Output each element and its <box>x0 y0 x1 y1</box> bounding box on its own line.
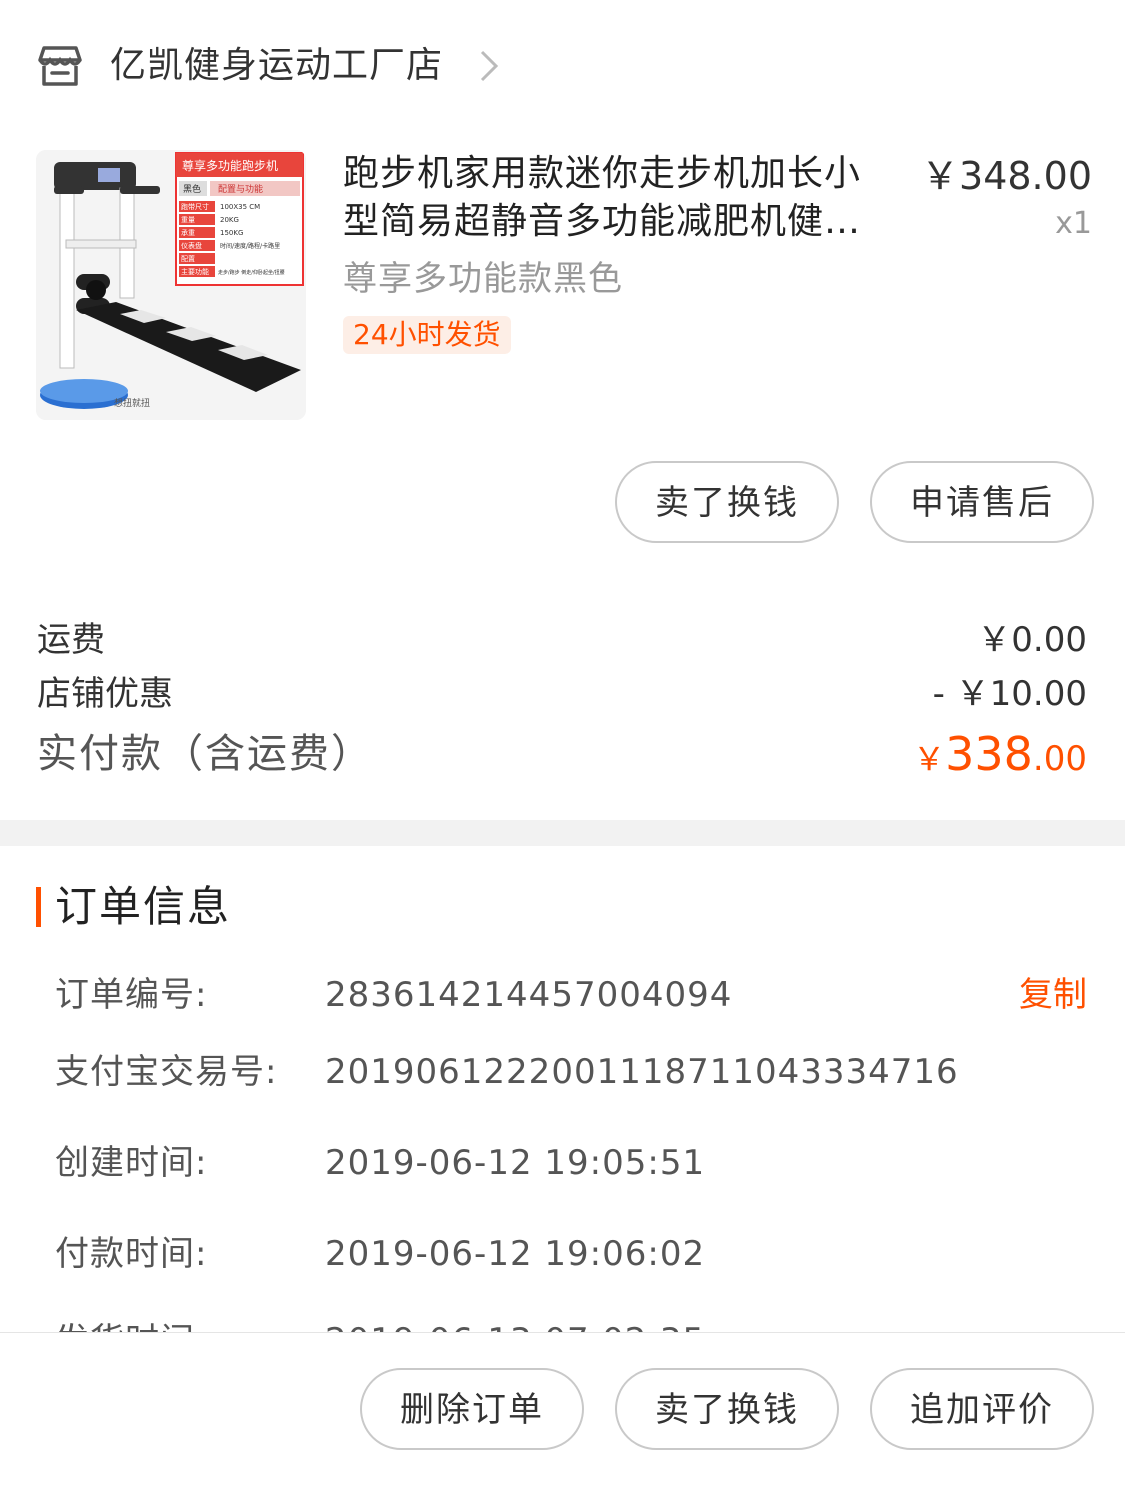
spec-value: 走步/跑步 倒走/仰卧起坐/扭腰 <box>218 269 285 276</box>
spec-key: 配置 <box>181 255 195 263</box>
shipping-fee-value: ￥0.00 <box>977 620 1087 660</box>
amount-paid-label: 实付款（含运费） <box>37 731 373 777</box>
spec-key: 跑带尺寸 <box>181 202 209 211</box>
section-divider <box>0 820 1125 846</box>
payment-time-label: 付款时间: <box>55 1234 208 1274</box>
store-header[interactable]: 亿凯健身运动工厂店 <box>0 0 1125 130</box>
created-time-label: 创建时间: <box>55 1143 208 1183</box>
image-color-tag: 黑色 <box>183 183 201 195</box>
shipping-fee-label: 运费 <box>37 620 105 660</box>
product-variant: 尊享多功能款黑色 <box>343 259 623 299</box>
payment-time-value: 2019-06-12 19:06:02 <box>325 1234 706 1274</box>
spec-key: 承重 <box>181 228 195 237</box>
spec-value: 100X35 CM <box>220 203 260 211</box>
bottom-action-bar: 删除订单 卖了换钱 追加评价 <box>0 1332 1125 1485</box>
image-banner-text: 尊享多功能跑步机 <box>182 158 278 173</box>
product-title-line: 型简易超静音多功能减肥机健… <box>343 201 862 242</box>
product-image[interactable]: 尊享多功能跑步机 黑色 配置与功能 跑带尺寸 100X35 CM 重量 20KG… <box>36 150 306 420</box>
spec-key: 仪表盘 <box>181 241 202 250</box>
amount-decimal: .00 <box>1032 739 1087 779</box>
after-sales-button[interactable]: 申请售后 <box>870 461 1094 543</box>
image-spec-header: 配置与功能 <box>218 183 263 195</box>
created-time-value: 2019-06-12 19:05:51 <box>325 1143 706 1183</box>
sell-for-cash-button[interactable]: 卖了换钱 <box>615 461 839 543</box>
delete-order-button[interactable]: 删除订单 <box>360 1368 584 1450</box>
store-icon <box>38 46 82 86</box>
product-title-line: 跑步机家用款迷你走步机加长小 <box>343 153 862 194</box>
store-discount-label: 店铺优惠 <box>37 674 173 714</box>
add-review-button[interactable]: 追加评价 <box>870 1368 1094 1450</box>
sell-for-cash-button[interactable]: 卖了换钱 <box>615 1368 839 1450</box>
order-number-label: 订单编号: <box>55 975 208 1015</box>
spec-value: 150KG <box>220 229 243 237</box>
store-discount-value: - ￥10.00 <box>932 674 1087 714</box>
copy-order-number-button[interactable]: 复制 <box>1019 970 1087 1020</box>
chevron-right-icon[interactable] <box>474 48 502 84</box>
order-number-value: 283614214457004094 <box>325 975 733 1015</box>
product-quantity: x1 <box>1055 206 1092 241</box>
product-price: ￥348.00 <box>921 154 1092 198</box>
spec-value: 时间/速度/路程/卡路里 <box>220 242 280 250</box>
section-accent-bar <box>36 887 41 927</box>
store-name[interactable]: 亿凯健身运动工厂店 <box>110 40 443 92</box>
shipping-badge: 24小时发货 <box>343 316 511 354</box>
alipay-trade-value: 2019061222001118711043334716 <box>325 1052 959 1092</box>
product-title[interactable]: 跑步机家用款迷你走步机加长小 型简易超静音多功能减肥机健… <box>343 150 903 246</box>
amount-currency: ￥ <box>913 740 946 778</box>
amount-integer: 338 <box>945 727 1033 781</box>
spec-key: 主要功能 <box>181 267 209 276</box>
amount-paid-value: ￥338.00 <box>913 726 1087 793</box>
spec-key: 重量 <box>181 216 195 224</box>
image-caption: 想扭就扭 <box>114 397 150 409</box>
spec-value: 20KG <box>220 216 239 224</box>
order-info-title: 订单信息 <box>55 882 232 931</box>
treadmill-image: 尊享多功能跑步机 黑色 配置与功能 跑带尺寸 100X35 CM 重量 20KG… <box>36 150 306 420</box>
alipay-trade-label: 支付宝交易号: <box>55 1052 278 1092</box>
